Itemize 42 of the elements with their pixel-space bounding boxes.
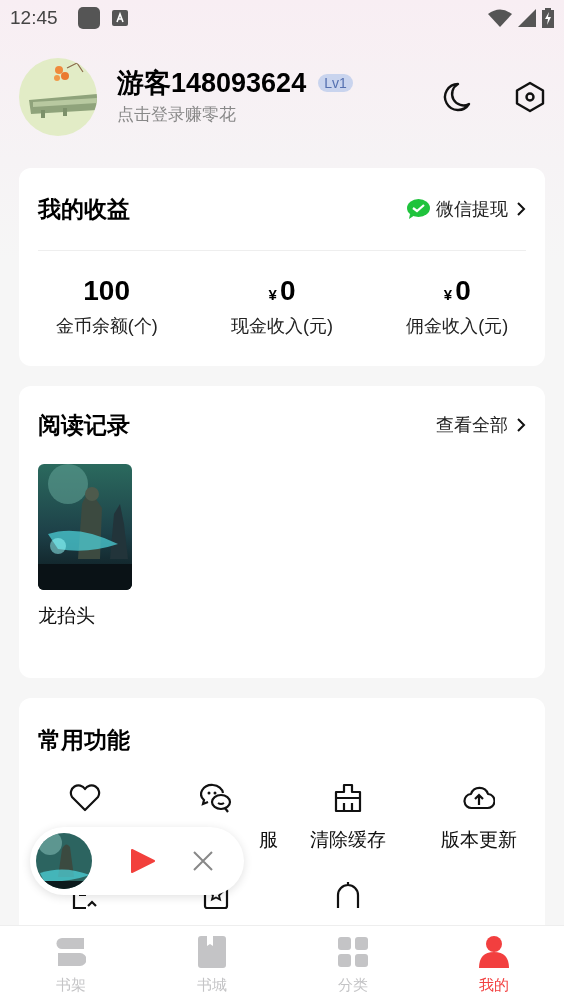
stat-label: 现金收入(元) [231, 315, 333, 338]
stat-value: 100 [83, 274, 130, 308]
broom-icon [333, 783, 362, 813]
section-link[interactable]: 微信提现 [436, 195, 508, 223]
stat-label: 金币余额(个) [55, 315, 158, 338]
moon-icon[interactable] [441, 82, 471, 112]
close-icon[interactable] [193, 851, 213, 871]
chevron-icon [516, 201, 526, 217]
bell-icon [334, 879, 361, 910]
function-label[interactable]: 版本更新 [441, 826, 518, 855]
stat-value: 0 [455, 274, 471, 308]
app-notification-icon [77, 7, 100, 29]
chevron-icon [516, 417, 526, 433]
level-badge: Lv1 [318, 74, 353, 93]
section-title: 阅读记录 [38, 410, 130, 440]
heart-icon [68, 784, 101, 812]
signal-icon [518, 9, 536, 27]
section-title: 常用功能 [38, 725, 130, 755]
stat-label: 佣金收入(元) [406, 315, 509, 338]
person-icon [478, 936, 509, 968]
currency-symbol: ¥ [443, 285, 453, 305]
status-time: 12:45 [10, 5, 58, 30]
stat-value: 0 [279, 274, 296, 308]
books-icon [55, 937, 86, 967]
settings-icon[interactable] [515, 81, 545, 113]
wechat-icon [407, 199, 430, 219]
book-icon [196, 936, 227, 968]
chat-bubbles-icon [200, 783, 233, 813]
section-link[interactable]: 查看全部 [436, 411, 508, 439]
play-icon[interactable] [131, 849, 155, 873]
section-title: 我的收益 [38, 194, 130, 224]
function-label[interactable]: 清除缓存 [309, 826, 386, 855]
user-name: 游客148093624 [117, 67, 307, 101]
keyboard-icon [111, 10, 128, 26]
function-label[interactable]: 服 [259, 826, 278, 855]
battery-icon [542, 8, 554, 28]
book-title[interactable]: 龙抬头 [38, 602, 132, 631]
cloud-upload-icon [463, 784, 496, 812]
nav-tab[interactable]: 我的 [423, 926, 564, 1004]
grid-icon [337, 937, 368, 967]
wifi-icon [488, 9, 512, 27]
currency-symbol: ¥ [268, 285, 277, 305]
